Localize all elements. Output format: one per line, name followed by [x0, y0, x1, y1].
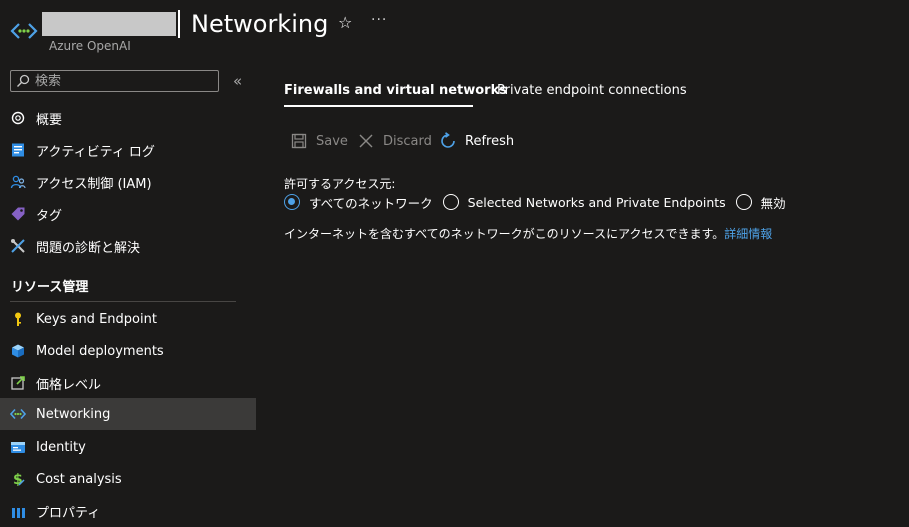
- sidebar-item-pricing-tier[interactable]: 価格レベル: [0, 367, 256, 399]
- sidebar-item-networking[interactable]: Networking: [0, 398, 256, 430]
- access-info-description: インターネットを含むすべてのネットワークがこのリソースにアクセスできます。: [284, 227, 725, 241]
- sidebar-item-activity-log[interactable]: アクティビティ ログ: [0, 134, 256, 166]
- sidebar-item-label: Networking: [36, 406, 111, 422]
- tab-firewalls-virtual-networks[interactable]: Firewalls and virtual networks: [284, 83, 507, 98]
- cost-analysis-icon: $: [10, 471, 26, 487]
- wrench-icon: [10, 238, 26, 254]
- sidebar-item-label: アクセス制御 (IAM): [36, 176, 152, 192]
- refresh-icon: [439, 132, 457, 150]
- sidebar-item-properties[interactable]: プロパティ: [0, 495, 256, 527]
- openai-icon: [10, 110, 26, 126]
- sidebar-item-keys-endpoint[interactable]: Keys and Endpoint: [0, 303, 256, 335]
- sidebar-item-label: Keys and Endpoint: [36, 311, 157, 327]
- learn-more-link[interactable]: 詳細情報: [724, 227, 772, 241]
- sidebar-item-diagnose[interactable]: 問題の診断と解決: [0, 230, 256, 262]
- networking-app-icon: [10, 23, 38, 39]
- identity-icon: [10, 439, 26, 455]
- tab-private-endpoint-connections[interactable]: Private endpoint connections: [497, 83, 687, 98]
- sidebar-item-access-control[interactable]: アクセス制御 (IAM): [0, 166, 256, 198]
- sidebar-item-cost-analysis[interactable]: $ Cost analysis: [0, 463, 256, 495]
- svg-text:$: $: [13, 472, 23, 487]
- sidebar-item-label: Model deployments: [36, 343, 164, 359]
- sidebar-item-overview[interactable]: 概要: [0, 102, 256, 134]
- resource-type-subtitle: Azure OpenAI: [49, 39, 131, 53]
- tag-icon: [10, 206, 26, 222]
- refresh-button[interactable]: Refresh: [439, 131, 514, 151]
- save-label: Save: [316, 133, 348, 149]
- title-separator: [178, 10, 180, 38]
- sidebar-item-label: 概要: [36, 112, 63, 128]
- more-icon[interactable]: ···: [371, 12, 387, 28]
- allowed-access-label: 許可するアクセス元:: [284, 177, 396, 191]
- radio-label: すべてのネットワーク: [309, 195, 433, 211]
- radio-disabled[interactable]: 無効: [735, 193, 786, 212]
- properties-icon: [10, 503, 26, 519]
- search-input[interactable]: [35, 72, 215, 90]
- radio-button-checked[interactable]: [284, 194, 300, 210]
- key-icon: [10, 311, 26, 327]
- sidebar-item-label: プロパティ: [36, 505, 101, 521]
- sidebar-item-model-deployments[interactable]: Model deployments: [0, 335, 256, 367]
- sidebar-item-label: タグ: [36, 208, 63, 224]
- refresh-label: Refresh: [465, 133, 515, 149]
- sidebar-search-box[interactable]: [10, 70, 219, 92]
- discard-label: Discard: [383, 133, 432, 149]
- save-button[interactable]: Save: [290, 131, 348, 151]
- activity-log-icon: [10, 142, 26, 158]
- radio-label: 無効: [760, 195, 786, 211]
- save-icon: [290, 132, 308, 150]
- discard-button[interactable]: Discard: [357, 131, 432, 151]
- access-control-icon: [10, 174, 26, 190]
- sidebar-item-label: Identity: [36, 439, 86, 455]
- radio-button[interactable]: [735, 194, 752, 210]
- resource-name-redacted: [42, 12, 176, 36]
- networking-icon: [10, 406, 26, 422]
- discard-icon: [357, 132, 375, 150]
- sidebar-item-label: 価格レベル: [36, 377, 102, 393]
- access-info-text: インターネットを含むすべてのネットワークがこのリソースにアクセスできます。詳細情…: [284, 225, 772, 242]
- sidebar-item-label: 問題の診断と解決: [36, 240, 141, 256]
- sidebar-item-label: Cost analysis: [36, 471, 122, 487]
- search-icon: [17, 74, 30, 87]
- access-radio-group: すべてのネットワーク Selected Networks and Private…: [284, 192, 796, 212]
- star-icon[interactable]: ☆: [338, 13, 352, 32]
- radio-label: Selected Networks and Private Endpoints: [467, 194, 726, 210]
- radio-button[interactable]: [442, 194, 459, 210]
- sidebar-item-tags[interactable]: タグ: [0, 198, 256, 230]
- radio-all-networks[interactable]: すべてのネットワーク: [284, 193, 433, 212]
- sidebar-item-identity[interactable]: Identity: [0, 431, 256, 463]
- section-heading-resource-management: リソース管理: [11, 280, 89, 295]
- active-tab-indicator: [284, 105, 473, 107]
- collapse-sidebar-icon[interactable]: «: [233, 72, 242, 90]
- radio-selected-networks[interactable]: Selected Networks and Private Endpoints: [442, 194, 726, 210]
- sidebar-item-label: アクティビティ ログ: [36, 144, 155, 160]
- pricing-tier-icon: [10, 375, 26, 391]
- section-divider: [10, 301, 236, 302]
- cube-icon: [10, 343, 26, 359]
- page-title: Networking: [191, 10, 329, 38]
